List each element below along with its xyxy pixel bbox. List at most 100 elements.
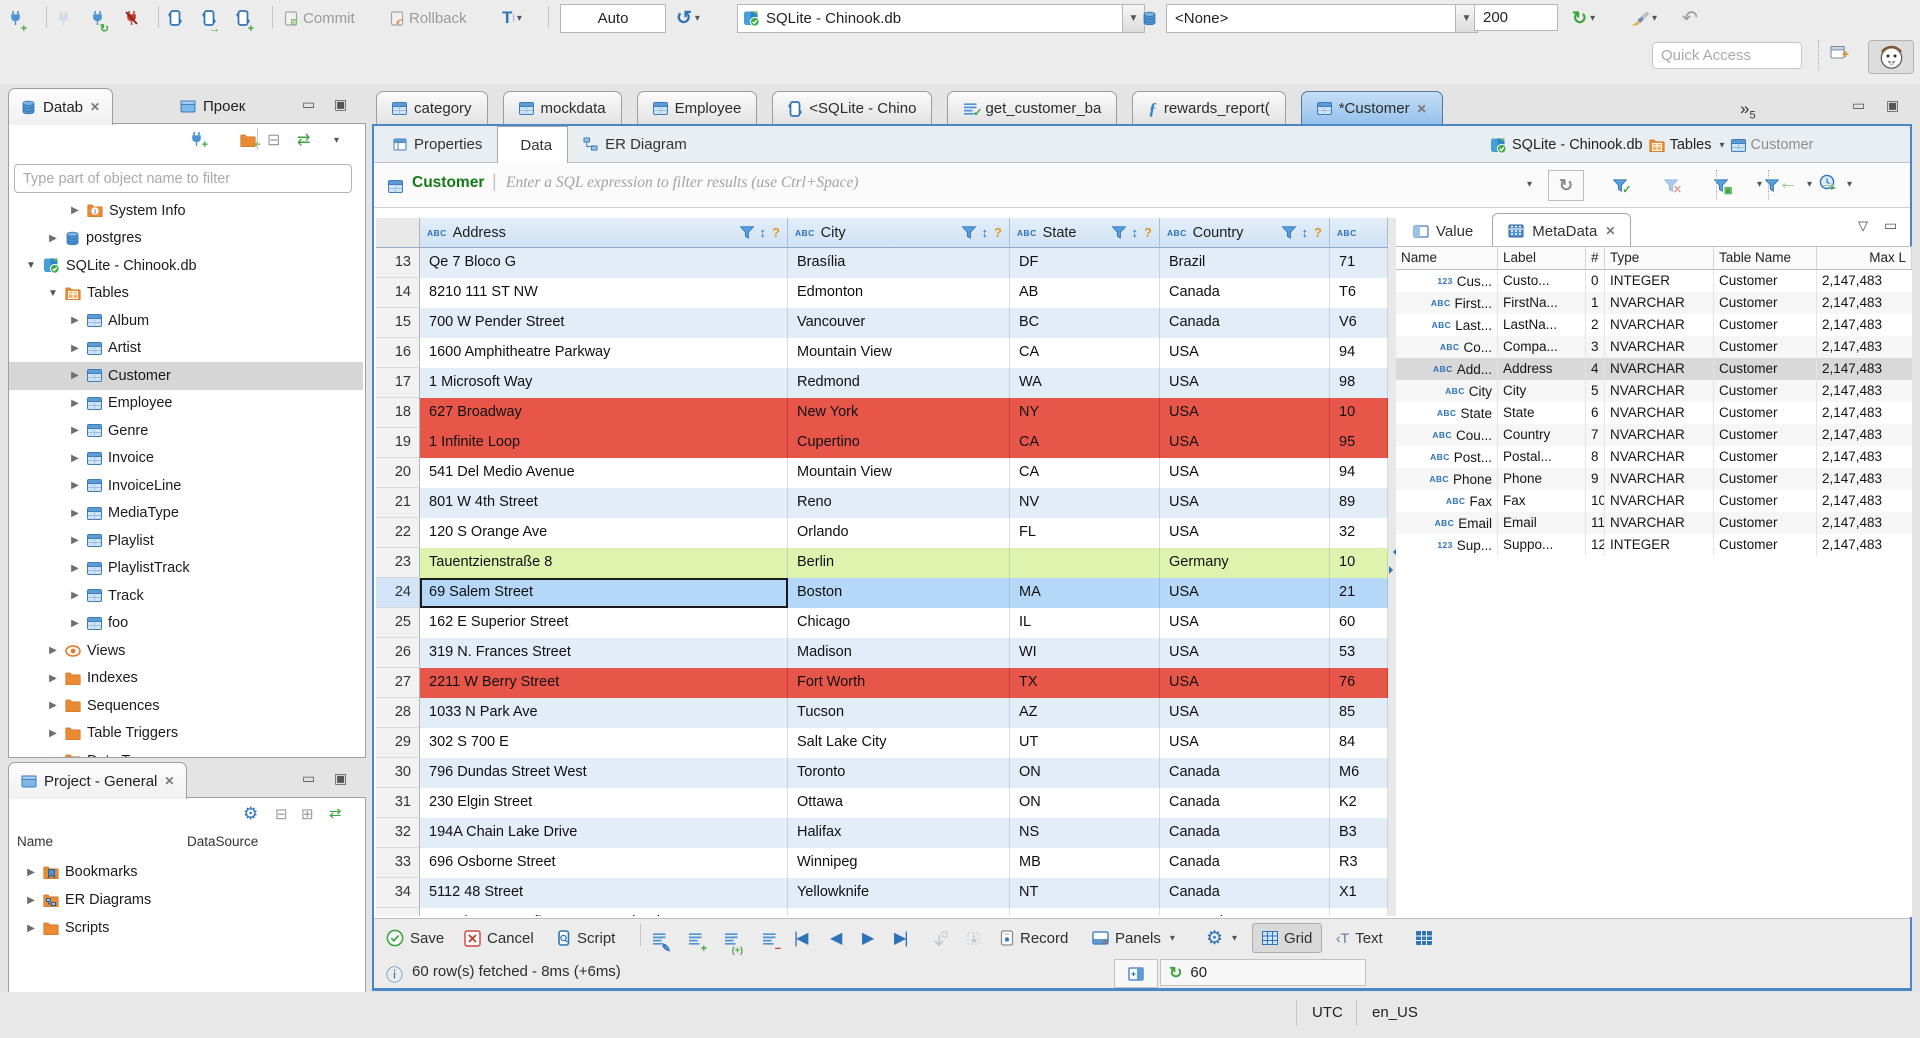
md-type[interactable]: NVARCHAR xyxy=(1605,490,1714,512)
md-ordinal[interactable]: 6 xyxy=(1586,402,1605,424)
table-row[interactable]: 22 120 S Orange Ave Orlando FL USA 32 xyxy=(376,518,1388,548)
md-max-length[interactable]: 2,147,483 xyxy=(1817,512,1912,534)
cell-address[interactable]: 302 S 700 E xyxy=(420,728,788,758)
collapse-arrow-icon[interactable]: ▼ xyxy=(25,260,37,271)
md-type[interactable]: INTEGER xyxy=(1605,534,1714,556)
expand-arrow-icon[interactable]: ▶ xyxy=(69,425,81,436)
row-number[interactable]: 19 xyxy=(376,428,420,458)
column-filter-icon[interactable] xyxy=(1111,226,1126,239)
custom-filter-icon[interactable] xyxy=(1764,179,1779,192)
expand-arrow-icon[interactable]: ▶ xyxy=(69,590,81,601)
cell-state[interactable]: WI xyxy=(1010,638,1160,668)
md-max-length[interactable]: 2,147,483 xyxy=(1817,424,1912,446)
cell-postalcode[interactable]: 60 xyxy=(1330,608,1388,638)
cell-city[interactable]: Toronto xyxy=(788,758,1010,788)
cell-address[interactable]: 319 N. Frances Street xyxy=(420,638,788,668)
tree-item-postgres[interactable]: ▶ postgres xyxy=(9,225,363,253)
subtab-er-diagram[interactable]: ER Diagram xyxy=(568,126,702,162)
md-label[interactable]: Postal... xyxy=(1498,446,1586,468)
md-ordinal[interactable]: 1 xyxy=(1586,292,1605,314)
open-perspective-icon[interactable] xyxy=(1830,44,1849,60)
previous-result-icon[interactable]: ← xyxy=(1778,172,1798,195)
settings-button[interactable]: ⚙ ▾ xyxy=(1206,925,1237,951)
editor-tab-mockdata[interactable]: mockdata xyxy=(502,91,622,125)
row-number[interactable]: 18 xyxy=(376,398,420,428)
md-label[interactable]: FirstNa... xyxy=(1498,292,1586,314)
tree-item-playlisttrack[interactable]: ▶ PlaylistTrack xyxy=(9,555,363,583)
duplicate-row-icon[interactable]: (+) xyxy=(724,925,743,955)
cell-state[interactable]: MB xyxy=(1010,848,1160,878)
cell-postalcode[interactable]: 43 xyxy=(1330,908,1388,916)
open-sql-editor-icon[interactable]: → xyxy=(202,5,220,35)
tab-project-general[interactable]: Project - General ✕ xyxy=(8,762,188,799)
cell-address[interactable]: 700 W Pender Street xyxy=(420,308,788,338)
fetch-page-icon[interactable] xyxy=(932,925,948,951)
link-with-editor-icon[interactable]: ⇄ xyxy=(329,804,342,822)
project-item-bookmarks[interactable]: ▶ Bookmarks xyxy=(9,858,363,886)
expand-arrow-icon[interactable]: ▶ xyxy=(69,315,81,326)
metadata-row-state[interactable]: ABC State State 6 NVARCHAR Customer 2,147… xyxy=(1396,402,1912,424)
cell-address[interactable]: 541 Del Medio Avenue xyxy=(420,458,788,488)
metadata-row-city[interactable]: ABC City City 5 NVARCHAR Customer 2,147,4… xyxy=(1396,380,1912,402)
cell-postalcode[interactable]: 71 xyxy=(1330,248,1388,278)
close-icon[interactable]: ✕ xyxy=(90,100,100,114)
panels-button[interactable]: Panels ▾ xyxy=(1092,925,1175,951)
md-max-length[interactable]: 2,147,483 xyxy=(1817,380,1912,402)
cell-state[interactable]: CA xyxy=(1010,428,1160,458)
project-item-er-diagrams[interactable]: ▶ ER Diagrams xyxy=(9,886,363,914)
new-connection-icon[interactable]: + xyxy=(8,5,27,35)
subtab-data[interactable]: Data xyxy=(497,126,569,163)
md-table[interactable]: Customer xyxy=(1714,314,1817,336)
cell-state[interactable]: NS xyxy=(1010,818,1160,848)
metadata-row-address[interactable]: ABC Add... Address 4 NVARCHAR Customer 2,… xyxy=(1396,358,1912,380)
cell-postalcode[interactable]: 32 xyxy=(1330,518,1388,548)
tree-item-invoice[interactable]: ▶ Invoice xyxy=(9,445,363,473)
row-number[interactable]: 30 xyxy=(376,758,420,788)
tab-database-navigator[interactable]: Datab ✕ xyxy=(8,88,114,125)
md-name[interactable]: ABC Add... xyxy=(1396,358,1498,380)
cell-postalcode[interactable]: M6 xyxy=(1330,758,1388,788)
last-row-icon[interactable]: ▶| xyxy=(894,925,909,951)
metadata-column-table-name[interactable]: Table Name xyxy=(1714,247,1817,270)
cell-country[interactable]: Canada xyxy=(1160,278,1330,308)
tree-item-playlist[interactable]: ▶ Playlist xyxy=(9,527,363,555)
row-number[interactable]: 15 xyxy=(376,308,420,338)
row-number[interactable]: 34 xyxy=(376,878,420,908)
link-with-editor-icon[interactable]: ⇄ xyxy=(297,130,310,150)
cell-country[interactable]: USA xyxy=(1160,518,1330,548)
metadata-row-phone[interactable]: ABC Phone Phone 9 NVARCHAR Customer 2,147… xyxy=(1396,468,1912,490)
delete-row-icon[interactable]: − xyxy=(762,925,781,955)
cell-city[interactable]: Vancouver xyxy=(788,308,1010,338)
table-row[interactable]: 32 194A Chain Lake Drive Halifax NS Canada B… xyxy=(376,818,1388,848)
md-label[interactable]: Address xyxy=(1498,358,1586,380)
filter-history-icon[interactable]: ▾ xyxy=(1527,179,1532,190)
md-type[interactable]: NVARCHAR xyxy=(1605,292,1714,314)
cell-country[interactable]: USA xyxy=(1160,638,1330,668)
minimize-icon[interactable]: ▭ xyxy=(302,96,315,113)
expand-arrow-icon[interactable]: ▶ xyxy=(69,480,81,491)
sort-icon[interactable]: ↕ xyxy=(1302,225,1309,240)
column-filter-icon[interactable] xyxy=(961,226,976,239)
md-type[interactable]: NVARCHAR xyxy=(1605,424,1714,446)
expand-arrow-icon[interactable]: ▶ xyxy=(69,205,81,216)
cell-country[interactable]: Germany xyxy=(1160,548,1330,578)
metadata-row-suppo[interactable]: 123 Sup... Suppo... 12 INTEGER Customer 2… xyxy=(1396,534,1912,556)
cell-postalcode[interactable]: R3 xyxy=(1330,848,1388,878)
collapse-all-icon[interactable]: ⊟ xyxy=(275,805,288,823)
tree-item-genre[interactable]: ▶ Genre xyxy=(9,417,363,445)
column-header-state[interactable]: ABC State ↕? xyxy=(1010,218,1160,248)
caret-down-icon[interactable]: ▾ xyxy=(1847,179,1852,190)
subtab-properties[interactable]: Properties xyxy=(378,126,497,162)
table-row[interactable]: 14 8210 111 ST NW Edmonton AB Canada T6 xyxy=(376,278,1388,308)
table-row[interactable]: 25 162 E Superior Street Chicago IL USA 60 xyxy=(376,608,1388,638)
cell-address[interactable]: Tauentzienstraße 8 xyxy=(420,548,788,578)
cell-city[interactable]: Fort Worth xyxy=(788,668,1010,698)
cell-postalcode[interactable]: K2 xyxy=(1330,788,1388,818)
undo-icon[interactable]: ↶ xyxy=(1682,5,1698,31)
metadata-row-compa[interactable]: ABC Co... Compa... 3 NVARCHAR Customer 2,… xyxy=(1396,336,1912,358)
cell-state[interactable]: DF xyxy=(1010,248,1160,278)
md-max-length[interactable]: 2,147,483 xyxy=(1817,336,1912,358)
sort-icon[interactable]: ↕ xyxy=(760,225,767,240)
md-table[interactable]: Customer xyxy=(1714,292,1817,314)
row-number[interactable]: 33 xyxy=(376,848,420,878)
